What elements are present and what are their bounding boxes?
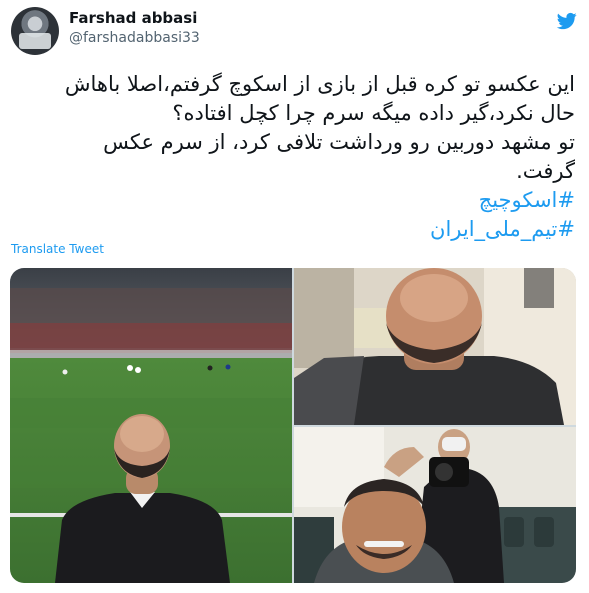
tweet-line: گرفت. <box>516 159 575 183</box>
hashtag-link[interactable]: #اسکوچیچ <box>15 186 575 215</box>
tweet-line: این عکسو تو کره قبل از بازی از اسکوچ گرف… <box>64 72 575 96</box>
author-display-name[interactable]: Farshad abbasi <box>69 9 197 27</box>
author-handle[interactable]: @farshadabbasi33 <box>69 30 200 46</box>
tweet-line: حال نکرد،گیر داده میگه سرم چرا کچل افتاد… <box>172 101 575 125</box>
bald-head-photo[interactable] <box>294 268 576 425</box>
tweet-text: این عکسو تو کره قبل از بازی از اسکوچ گرف… <box>15 70 575 244</box>
media-grid <box>10 268 576 583</box>
tweet-line: تو مشهد دوربین رو ورداشت تلافی کرد، از س… <box>103 130 575 154</box>
hashtag-link[interactable]: #تیم_ملی_ایران <box>15 215 575 244</box>
avatar[interactable] <box>11 7 59 55</box>
stadium-photo[interactable] <box>10 268 292 583</box>
selfie-photo[interactable] <box>294 427 576 583</box>
translate-tweet-link[interactable]: Translate Tweet <box>11 242 104 256</box>
twitter-bird-icon[interactable] <box>556 11 578 31</box>
